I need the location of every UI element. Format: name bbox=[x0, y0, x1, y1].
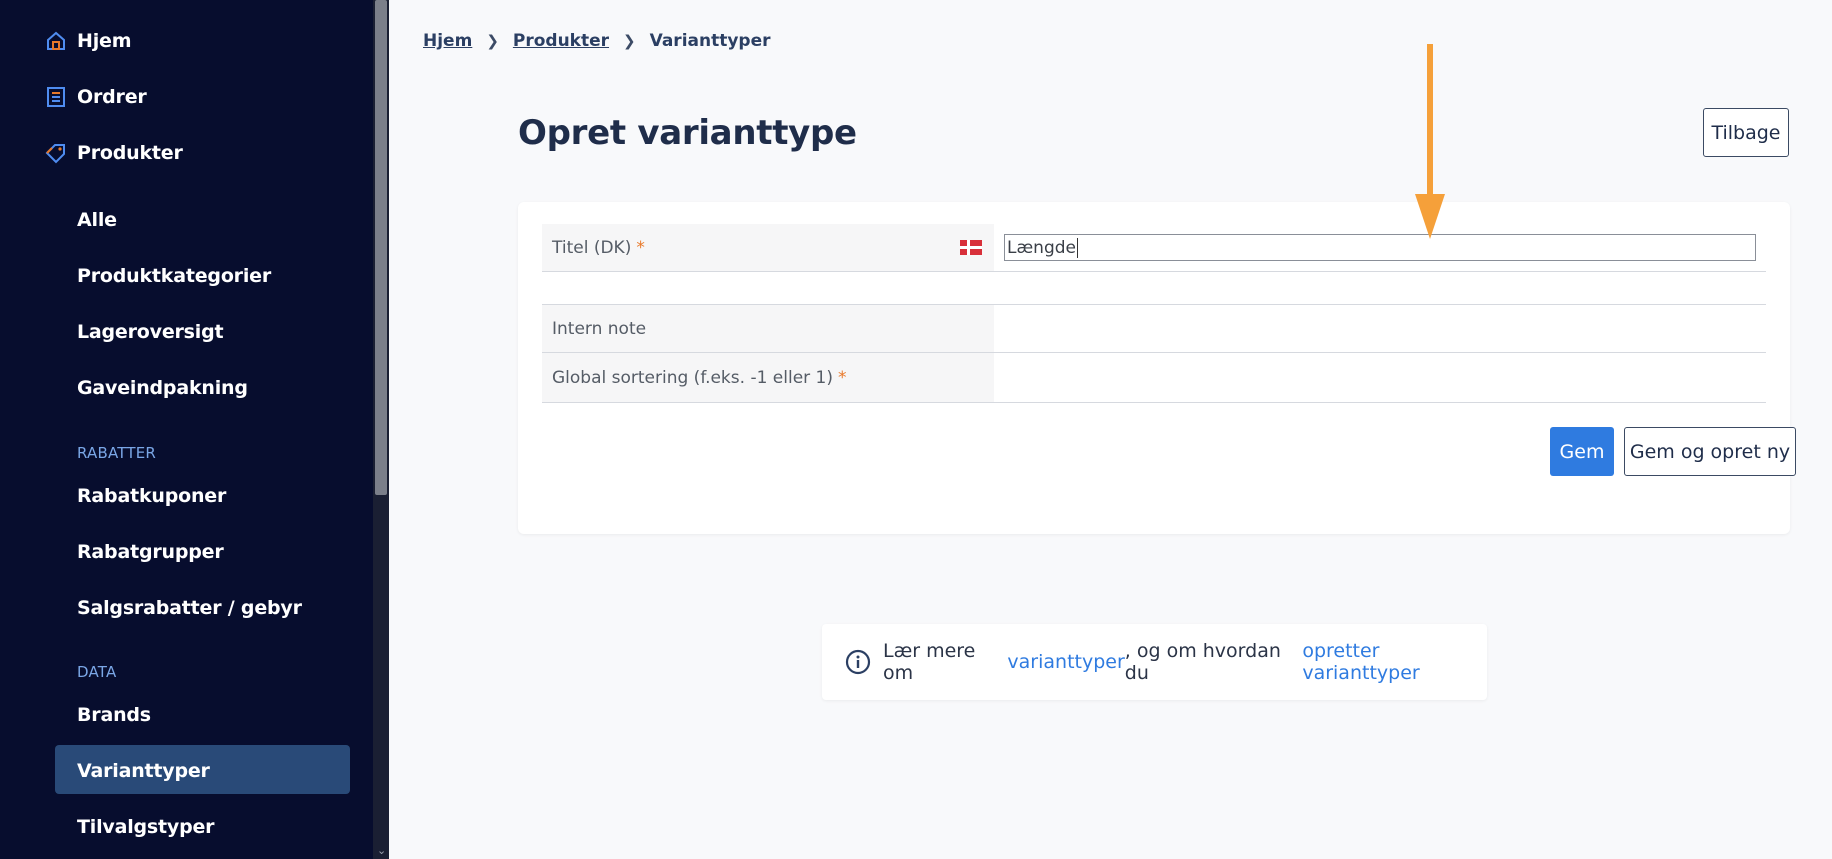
form-row-sort: Global sortering (f.eks. -1 eller 1) * bbox=[542, 353, 1766, 403]
scrollbar-thumb[interactable] bbox=[375, 0, 387, 495]
chevron-right-icon: ❯ bbox=[486, 32, 499, 50]
danish-flag-icon bbox=[960, 240, 982, 255]
title-label-cell: Titel (DK) * bbox=[542, 224, 994, 271]
sidebar-item-hjem[interactable]: Hjem bbox=[45, 30, 132, 52]
section-label-rabatter: RABATTER bbox=[77, 444, 157, 462]
home-icon bbox=[45, 30, 67, 52]
info-box: Lær mere om varianttyper, og om hvordan … bbox=[822, 624, 1487, 700]
scroll-down-icon[interactable]: ⌄ bbox=[377, 844, 386, 857]
required-marker: * bbox=[838, 367, 847, 388]
required-marker: * bbox=[636, 237, 645, 258]
save-and-new-button[interactable]: Gem og opret ny bbox=[1624, 427, 1796, 476]
back-button[interactable]: Tilbage bbox=[1703, 108, 1789, 157]
sort-input[interactable] bbox=[994, 353, 1766, 402]
form-card: Titel (DK) * Længde Intern note Global so… bbox=[518, 202, 1796, 534]
sidebar-item-rabatkuponer[interactable]: Rabatkuponer bbox=[77, 485, 226, 507]
title-value-cell: Længde bbox=[994, 224, 1766, 271]
section-label-data: DATA bbox=[77, 663, 117, 681]
sidebar: Hjem Ordrer Produkter Alle Produktkatego… bbox=[0, 0, 373, 859]
note-label-cell: Intern note bbox=[542, 305, 994, 352]
info-text-1: Lær mere om bbox=[883, 640, 976, 684]
title-input[interactable]: Længde bbox=[1004, 234, 1756, 261]
sidebar-item-label: Produkter bbox=[77, 142, 183, 164]
opretter-varianttyper-link[interactable]: opretter varianttyper bbox=[1302, 640, 1487, 684]
sidebar-item-label: Hjem bbox=[77, 30, 132, 52]
info-icon bbox=[845, 649, 871, 675]
sidebar-scrollbar[interactable]: ⌄ bbox=[373, 0, 389, 859]
breadcrumb-current: Varianttyper bbox=[649, 31, 771, 51]
title-input-value: Længde bbox=[1007, 237, 1076, 258]
sidebar-item-tilvalgstyper[interactable]: Tilvalgstyper bbox=[77, 816, 215, 838]
chevron-right-icon: ❯ bbox=[623, 32, 636, 50]
sidebar-item-lageroversigt[interactable]: Lageroversigt bbox=[77, 321, 224, 343]
sidebar-item-brands[interactable]: Brands bbox=[77, 704, 151, 726]
sidebar-item-alle[interactable]: Alle bbox=[77, 209, 117, 231]
sidebar-item-varianttyper[interactable]: Varianttyper bbox=[77, 760, 210, 782]
title-label: Titel (DK) bbox=[552, 237, 632, 258]
sidebar-item-salgsrabatter[interactable]: Salgsrabatter / gebyr bbox=[77, 597, 302, 619]
breadcrumb: Hjem ❯ Produkter ❯ Varianttyper bbox=[423, 31, 771, 51]
page-title: Opret varianttype bbox=[518, 113, 857, 153]
sidebar-item-produkter[interactable]: Produkter bbox=[45, 142, 183, 164]
sort-label: Global sortering (f.eks. -1 eller 1) bbox=[552, 367, 833, 388]
note-input[interactable] bbox=[994, 305, 1766, 352]
form-row-note: Intern note bbox=[542, 304, 1766, 353]
sidebar-item-gaveindpakning[interactable]: Gaveindpakning bbox=[77, 377, 248, 399]
text-caret bbox=[1076, 237, 1078, 258]
annotation-arrow-icon bbox=[1415, 44, 1445, 239]
orders-icon bbox=[45, 86, 67, 108]
sidebar-item-produktkategorier[interactable]: Produktkategorier bbox=[77, 265, 271, 287]
main-content: Hjem ❯ Produkter ❯ Varianttyper Opret va… bbox=[389, 0, 1832, 859]
sidebar-item-ordrer[interactable]: Ordrer bbox=[45, 86, 147, 108]
breadcrumb-hjem[interactable]: Hjem bbox=[423, 31, 472, 51]
form-row-title: Titel (DK) * Længde bbox=[542, 224, 1766, 272]
save-button[interactable]: Gem bbox=[1550, 427, 1614, 476]
info-text-2: , og om hvordan du bbox=[1124, 640, 1281, 684]
sidebar-item-rabatgrupper[interactable]: Rabatgrupper bbox=[77, 541, 224, 563]
sort-label-cell: Global sortering (f.eks. -1 eller 1) * bbox=[542, 353, 994, 402]
varianttyper-link[interactable]: varianttyper bbox=[1007, 651, 1124, 673]
tag-icon bbox=[45, 142, 67, 164]
note-label: Intern note bbox=[552, 318, 647, 339]
sidebar-item-label: Ordrer bbox=[77, 86, 147, 108]
breadcrumb-produkter[interactable]: Produkter bbox=[513, 31, 609, 51]
